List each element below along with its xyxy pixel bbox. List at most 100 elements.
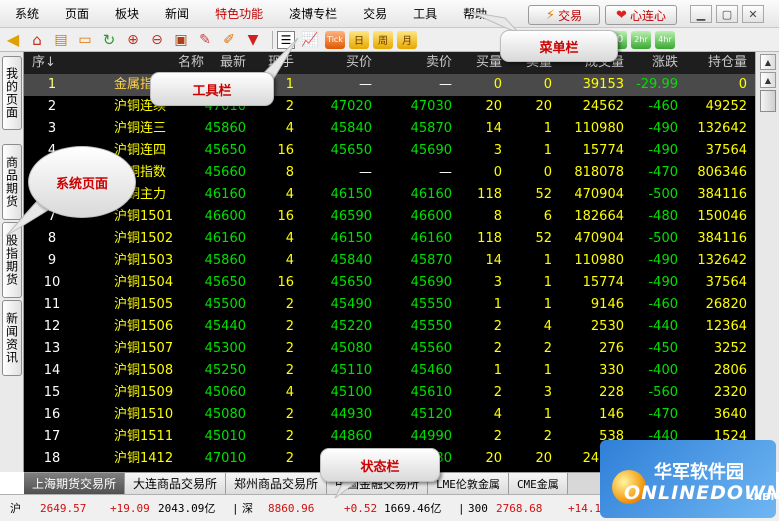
window-icon[interactable]: ▣ [172,31,190,49]
table-row[interactable]: 3 沪铜连三 45860 4 45840 45870 14 1 110980 -490 132642 [24,118,755,140]
menu-page[interactable]: 页面 [52,5,102,22]
trade-button-label: 交易 [558,8,583,23]
cell-bid-vol: 2 [493,385,502,400]
cell-ask: 46160 [410,231,452,246]
filter-icon[interactable]: ▼ [244,31,262,49]
cell-seq: 9 [47,253,57,268]
cell-lot: 4 [285,187,294,202]
cell-ask-vol: 1 [543,121,552,136]
col-name[interactable]: 名称 [114,52,204,74]
table-row[interactable]: 16 沪铜1510 45080 2 44930 45120 4 1 146 -470 3640 [24,404,755,426]
refresh-icon[interactable]: ↻ [100,31,118,49]
table-row[interactable]: 10 沪铜1504 45650 16 45650 45690 3 1 15774 -490 3756… [24,272,755,294]
watermark-cn: 华军软件园 [654,462,744,483]
cell-ask-vol: 0 [543,77,552,92]
status-cyb-index: 2768.68 [496,502,543,515]
tab-my-pages[interactable]: 我的页面 [2,56,22,130]
tab-dce[interactable]: 大连商品交易所 [125,473,227,494]
col-ask[interactable]: 卖价 [372,52,452,74]
trade-button[interactable]: ⚡ 交易 [528,5,600,25]
period-week-button[interactable]: 周 [373,30,393,49]
menu-trade[interactable]: 交易 [350,5,400,22]
close-button[interactable]: ✕ [742,5,764,23]
cell-change: -490 [648,143,678,158]
tab-index-futures[interactable]: 股指期货 [2,222,22,298]
line-chart-icon[interactable]: 📈 [301,31,319,49]
book-icon[interactable]: ▤ [52,31,70,49]
tab-lme[interactable]: LME伦敦金属 [428,473,509,494]
vertical-scrollbar[interactable]: ▲ ▲ [755,52,779,472]
watermark-suffix: .NET [750,492,776,503]
col-bid-vol[interactable]: 买量 [452,52,502,74]
cell-last: 45440 [204,319,246,334]
chevron-up-icon: ▲ [764,57,772,67]
menu-lingbo-column[interactable]: 凌博专栏 [276,5,350,22]
home-icon[interactable]: ⌂ [28,31,46,49]
tab-news[interactable]: 新闻资讯 [2,300,22,376]
col-last[interactable]: 最新 [194,52,246,74]
cell-change: -29.99 [636,77,678,92]
cell-name: 沪铜1503 [114,253,174,268]
cell-bid-vol: 2 [493,319,502,334]
system-page-callout: 系统页面 [28,146,136,218]
table-row[interactable]: 14 沪铜1508 45250 2 45110 45460 1 1 330 -400 2806 [24,360,755,382]
col-bid[interactable]: 买价 [294,52,372,74]
table-row[interactable]: 2 沪铜连续 47010 2 47020 47030 20 20 24562 -460 49252 [24,96,755,118]
cell-last: 46160 [204,187,246,202]
folder-icon[interactable]: ▭ [76,31,94,49]
scroll-up-button[interactable]: ▲ [760,54,776,70]
menu-tools[interactable]: 工具 [400,5,450,22]
cell-ask-vol: 4 [543,319,552,334]
col-seq[interactable]: 序↓ [32,52,62,74]
table-row[interactable]: 13 沪铜1507 45300 2 45080 45560 2 2 276 -450 3252 [24,338,755,360]
period-4hr-button[interactable]: 4hr [655,30,675,49]
zoom-in-icon[interactable]: ⊕ [124,31,142,49]
tick-button[interactable]: Tick [325,30,345,49]
menu-special-features[interactable]: 特色功能 [202,5,276,22]
table-row[interactable]: 11 沪铜1505 45500 2 45490 45550 1 1 9146 -460 26820 [24,294,755,316]
menu-help[interactable]: 帮助 [450,5,500,22]
table-row[interactable]: 8 沪铜1502 46160 4 46150 46160 118 52 470904 -500 38… [24,228,755,250]
period-day-button[interactable]: 日 [349,30,369,49]
xinlianxin-button-label: 心连心 [629,8,666,23]
table-row[interactable]: 15 沪铜1509 45060 4 45100 45610 2 3 228 -560 2320 [24,382,755,404]
minimize-button[interactable]: ▁ [690,5,712,23]
col-open-interest[interactable]: 持仓量 [678,52,747,74]
cell-volume: 39153 [582,77,624,92]
tab-cme[interactable]: CME金属 [508,473,568,494]
menu-sector[interactable]: 板块 [102,5,152,22]
cell-bid-vol: 118 [477,187,502,202]
status-sh-label: 沪 [10,502,21,515]
table-row[interactable]: 7 沪铜1501 46600 16 46590 46600 8 6 182664 -480 1500… [24,206,755,228]
tab-commodity-futures[interactable]: 商品期货 [2,144,22,220]
col-lot[interactable]: 现手 [246,52,294,74]
table-row[interactable]: 9 沪铜1503 45860 4 45840 45870 14 1 110980 -490 1326… [24,250,755,272]
menu-system[interactable]: 系统 [2,5,52,22]
xinlianxin-button[interactable]: ❤ 心连心 [605,5,677,25]
zoom-out-icon[interactable]: ⊖ [148,31,166,49]
table-row[interactable]: 1金属指数470101——0039153-29.990 [24,74,755,96]
cell-ask: 45460 [410,363,452,378]
pencil-icon[interactable]: ✎ [196,31,214,49]
scroll-thumb[interactable] [760,90,776,112]
cell-ask: 45610 [410,385,452,400]
paint-icon[interactable]: ✐ [220,31,238,49]
list-view-icon[interactable]: ☰ [277,30,295,49]
cell-bid: 45490 [330,297,372,312]
cell-open-interest: 37564 [705,143,747,158]
tab-shfe[interactable]: 上海期货交易所 [24,473,126,494]
table-row[interactable]: 4 沪铜连四 45650 16 45650 45690 3 1 15774 -490 37564 [24,140,755,162]
tab-czce[interactable]: 郑州商品交易所 [226,473,328,494]
cell-bid: 45100 [330,385,372,400]
table-row[interactable]: 12 沪铜1506 45440 2 45220 45550 2 4 2530 -440 12364 [24,316,755,338]
maximize-button[interactable]: ▢ [716,5,738,23]
back-arrow-icon[interactable]: ◀ [4,30,22,49]
period-month-button[interactable]: 月 [397,30,417,49]
cell-bid-vol: 2 [493,341,502,356]
period-2hr-button[interactable]: 2hr [631,30,651,49]
cell-ask-vol: 3 [543,385,552,400]
menu-news[interactable]: 新闻 [152,5,202,22]
col-change[interactable]: 涨跌 [624,52,678,74]
cell-seq: 18 [43,451,61,466]
scroll-up-small-button[interactable]: ▲ [760,72,776,88]
